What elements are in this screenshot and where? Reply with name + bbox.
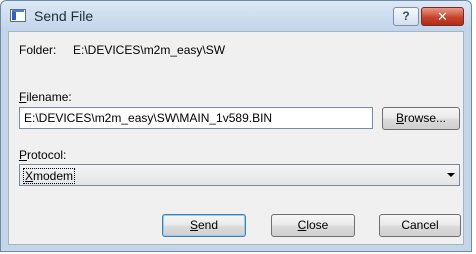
help-button[interactable]: ? (393, 7, 419, 26)
protocol-selected-mnemonic: X (25, 169, 34, 183)
protocol-label: Protocol: (19, 148, 66, 162)
app-icon (10, 9, 26, 22)
protocol-label-mnemonic: P (19, 148, 28, 162)
browse-button[interactable]: Browse... (382, 107, 460, 130)
close-button[interactable]: Close (271, 214, 355, 237)
send-file-dialog: Send File ? ✕ Folder: E:\DEVICES\m2m_eas… (0, 0, 472, 252)
window-title: Send File (34, 8, 94, 24)
browse-mnemonic: B (395, 111, 404, 125)
protocol-selected-value: Xmodem (23, 168, 76, 184)
browse-rest: rowse... (404, 111, 447, 125)
title-bar[interactable]: Send File ? ✕ (1, 1, 471, 31)
dialog-body: Folder: E:\DEVICES\m2m_easy\SW Filename:… (8, 31, 464, 245)
send-rest: end (197, 218, 219, 232)
chevron-down-icon[interactable] (447, 173, 455, 177)
protocol-select[interactable]: Xmodem (19, 164, 460, 186)
window-close-button[interactable]: ✕ (421, 7, 464, 26)
filename-input[interactable]: E:\DEVICES\m2m_easy\SW\MAIN_1v589.BIN (19, 107, 373, 129)
folder-label: Folder: (19, 43, 57, 57)
filename-label-rest: ilename: (26, 90, 72, 104)
send-mnemonic: S (189, 218, 198, 232)
protocol-label-rest: rotocol: (27, 148, 67, 162)
close-rest: lose (306, 218, 329, 232)
folder-path: E:\DEVICES\m2m_easy\SW (73, 43, 226, 57)
send-button[interactable]: Send (162, 214, 246, 237)
protocol-selected-rest: modem (33, 169, 74, 183)
cancel-button[interactable]: Cancel (379, 214, 461, 237)
filename-label: Filename: (19, 90, 72, 104)
